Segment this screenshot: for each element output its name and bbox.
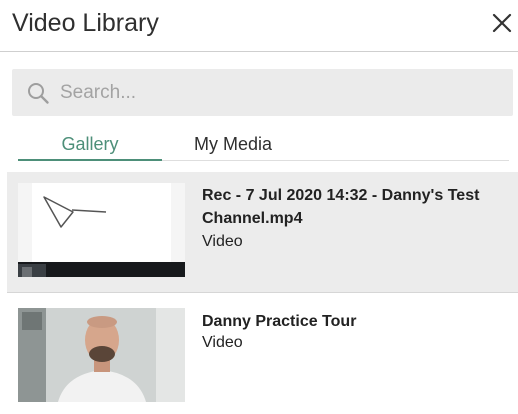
- tab-my-media[interactable]: My Media: [168, 130, 298, 161]
- video-type: Video: [202, 334, 243, 351]
- search-box[interactable]: [12, 69, 513, 116]
- close-icon: [492, 13, 512, 33]
- search-input[interactable]: [60, 77, 500, 108]
- video-library-panel: Video Library Gallery My Media: [0, 0, 518, 414]
- video-title: Rec - 7 Jul 2020 14:32 - Danny's Test Ch…: [202, 187, 480, 227]
- tab-bar: Gallery My Media: [18, 130, 509, 161]
- panel-header: Video Library: [0, 0, 518, 52]
- video-thumbnail: [18, 183, 185, 277]
- panel-title: Video Library: [12, 9, 159, 37]
- close-button[interactable]: [488, 8, 516, 36]
- tab-gallery[interactable]: Gallery: [18, 130, 162, 161]
- video-type: Video: [202, 233, 243, 250]
- video-title: Danny Practice Tour: [202, 313, 357, 330]
- video-thumbnail: [18, 308, 185, 402]
- video-list-item[interactable]: Rec - 7 Jul 2020 14:32 - Danny's Test Ch…: [7, 172, 518, 293]
- search-icon: [28, 83, 49, 104]
- video-list-item[interactable]: Danny Practice Tour Video: [7, 294, 518, 414]
